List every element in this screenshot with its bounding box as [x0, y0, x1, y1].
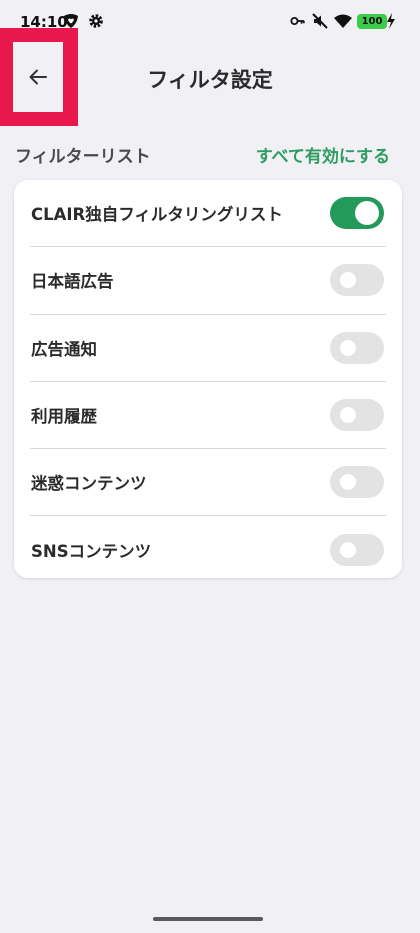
filter-row-usage-history[interactable]: 利用履歴 [30, 382, 386, 450]
filter-label: 広告通知 [31, 339, 97, 359]
filter-toggle-japanese-ads[interactable] [330, 264, 384, 297]
filter-label: SNSコンテンツ [31, 541, 152, 561]
wifi-icon [334, 14, 352, 28]
filter-row-ad-notifications[interactable]: 広告通知 [30, 315, 386, 382]
filter-toggle-usage-history[interactable] [330, 399, 384, 432]
filter-label: 日本語広告 [31, 272, 114, 292]
filter-row-japanese-ads[interactable]: 日本語広告 [30, 247, 386, 315]
mute-icon [312, 13, 328, 29]
filter-toggle-clair[interactable] [330, 197, 384, 230]
charging-bolt-icon [387, 13, 395, 29]
filter-toggle-sns-content[interactable] [330, 533, 384, 566]
toggle-knob [340, 407, 356, 424]
filter-row-annoying-content[interactable]: 迷惑コンテンツ [30, 449, 386, 517]
toggle-knob [340, 339, 356, 356]
gear-icon [89, 14, 103, 28]
filter-list-card: CLAIR独自フィルタリングリスト 日本語広告 広告通知 利用履歴 迷惑コンテン… [14, 180, 402, 578]
toggle-knob [340, 541, 356, 558]
toggle-knob [355, 201, 379, 226]
enable-all-button[interactable]: すべて有効にする [256, 142, 390, 167]
toggle-knob [340, 272, 356, 289]
filter-row-clair[interactable]: CLAIR独自フィルタリングリスト [30, 180, 386, 248]
battery-level: 100 [361, 16, 383, 27]
battery-icon: 100 [357, 14, 387, 29]
filter-toggle-annoying-content[interactable] [330, 466, 384, 499]
toggle-knob [340, 474, 356, 491]
filter-label: 迷惑コンテンツ [31, 474, 147, 494]
section-label: フィルターリスト [15, 147, 151, 167]
home-indicator[interactable] [153, 917, 263, 921]
filter-label: 利用履歴 [31, 407, 97, 427]
page-title: フィルタ設定 [147, 68, 273, 92]
key-icon [290, 17, 305, 25]
filter-label: CLAIR独自フィルタリングリスト [31, 205, 283, 225]
screen: 14:10 100 フィルタ設定 フィルターリスト すべて有効にする CLAIR… [0, 0, 420, 933]
filter-row-sns-content[interactable]: SNSコンテンツ [30, 516, 386, 578]
filter-toggle-ad-notifications[interactable] [330, 331, 384, 364]
